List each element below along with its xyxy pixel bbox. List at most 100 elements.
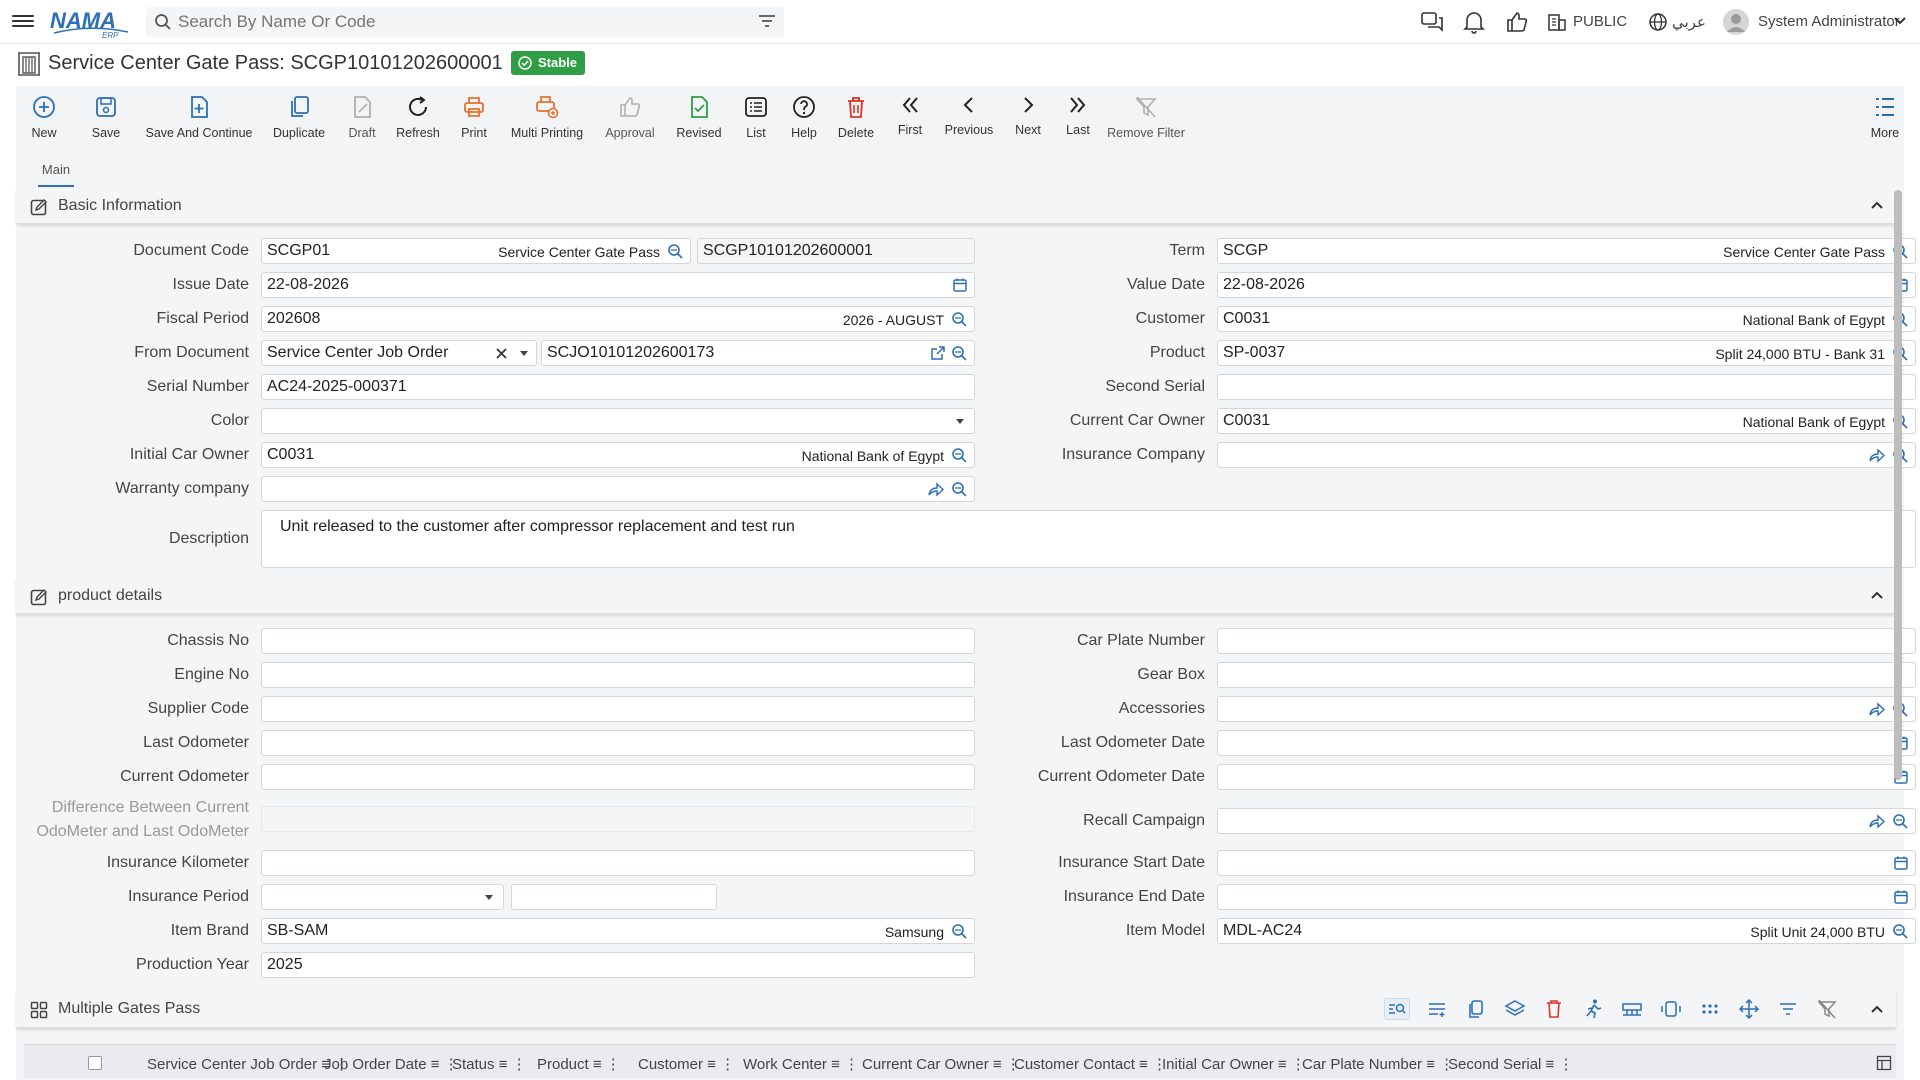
grid-delete-icon[interactable] [1541, 998, 1567, 1020]
calendar-icon[interactable] [1893, 889, 1909, 905]
current-odometer-date-field[interactable] [1217, 764, 1916, 790]
print-button[interactable]: Print [448, 86, 500, 152]
grid-filter-off-icon[interactable] [1814, 998, 1840, 1020]
current-odometer-field[interactable] [261, 764, 975, 790]
grid-layers-icon[interactable] [1502, 998, 1528, 1020]
select-all-checkbox[interactable] [88, 1056, 102, 1070]
lookup-search-icon[interactable] [1892, 923, 1909, 940]
first-button[interactable]: First [886, 86, 934, 152]
insurance-company-field[interactable] [1217, 442, 1916, 468]
caret-down-icon[interactable] [483, 894, 495, 902]
multiple-gates-pass-header[interactable]: Multiple Gates Pass [16, 990, 1896, 1028]
global-search[interactable] [146, 7, 784, 37]
lookup-search-icon[interactable] [951, 481, 968, 498]
chat-icon[interactable] [1420, 10, 1444, 34]
lookup-search-icon[interactable] [1892, 813, 1909, 830]
grid-filter-icon[interactable] [1775, 998, 1801, 1020]
lookup-search-icon[interactable] [667, 243, 684, 260]
nama-erp-logo[interactable]: NAMA ERP [50, 6, 130, 38]
last-odometer-field[interactable] [261, 730, 975, 756]
current-car-owner-field[interactable]: C0031 National Bank of Egypt [1217, 408, 1916, 434]
filter-icon[interactable] [758, 14, 776, 30]
insurance-period-select[interactable] [261, 884, 504, 910]
column-header[interactable]: Product ≡ ⋮ [537, 1055, 621, 1073]
column-header[interactable]: Customer Contact ≡ ⋮ [1014, 1055, 1167, 1073]
grid-fit-icon[interactable] [1658, 998, 1684, 1020]
menu-icon[interactable] [12, 12, 34, 32]
product-details-header[interactable]: product details [16, 578, 1896, 614]
grid-run-icon[interactable] [1580, 998, 1606, 1020]
building-icon[interactable] [1547, 12, 1567, 32]
save-button[interactable]: Save [78, 86, 134, 152]
gear-box-field[interactable] [1217, 662, 1916, 688]
chevron-down-icon[interactable] [1893, 16, 1907, 26]
value-date-field[interactable]: 22-08-2026 [1217, 272, 1916, 298]
car-plate-number-field[interactable] [1217, 628, 1916, 654]
accessories-field[interactable] [1217, 696, 1916, 722]
caret-down-icon[interactable] [518, 350, 530, 358]
refresh-button[interactable]: Refresh [390, 86, 446, 152]
initial-car-owner-field[interactable]: C0031 National Bank of Egypt [261, 442, 975, 468]
share-icon[interactable] [1868, 813, 1885, 829]
insurance-kilometer-field[interactable] [261, 850, 975, 876]
recall-campaign-field[interactable] [1217, 808, 1916, 834]
basic-information-header[interactable]: Basic Information [16, 188, 1896, 224]
item-model-field[interactable]: MDL-AC24 Split Unit 24,000 BTU [1217, 918, 1916, 944]
revised-button[interactable]: Revised [666, 86, 732, 152]
calendar-icon[interactable] [1893, 855, 1909, 871]
issue-date-field[interactable]: 22-08-2026 [261, 272, 975, 298]
production-year-field[interactable]: 2025 [261, 952, 975, 978]
term-field[interactable]: SCGP Service Center Gate Pass [1217, 238, 1916, 264]
avatar[interactable] [1722, 8, 1750, 36]
column-header[interactable]: Service Center Job Order ≡ ⋮ [147, 1055, 349, 1073]
user-name[interactable]: System Administrator [1758, 13, 1900, 30]
column-header[interactable]: Job Order Date ≡ ⋮ [324, 1055, 459, 1073]
column-header[interactable]: Car Plate Number ≡ ⋮ [1302, 1055, 1454, 1073]
insurance-end-date-field[interactable] [1217, 884, 1916, 910]
last-odometer-date-field[interactable] [1217, 730, 1916, 756]
globe-icon[interactable] [1648, 12, 1668, 32]
chevron-up-icon[interactable] [1870, 1003, 1884, 1015]
delete-button[interactable]: Delete [828, 86, 884, 152]
serial-number-field[interactable]: AC24-2025-000371 [261, 374, 975, 400]
engine-no-field[interactable] [261, 662, 975, 688]
share-icon[interactable] [1868, 701, 1885, 717]
grid-copy-icon[interactable] [1463, 998, 1489, 1020]
customer-field[interactable]: C0031 National Bank of Egypt [1217, 306, 1916, 332]
supplier-code-field[interactable] [261, 696, 975, 722]
color-select[interactable] [261, 408, 975, 434]
column-header[interactable]: Initial Car Owner ≡ ⋮ [1162, 1055, 1306, 1073]
thumbs-up-icon[interactable] [1505, 10, 1529, 34]
bell-icon[interactable] [1463, 10, 1485, 34]
description-textarea[interactable]: Unit released to the customer after comp… [261, 510, 1916, 568]
share-icon[interactable] [1868, 447, 1885, 463]
fiscal-period-field[interactable]: 202608 2026 - AUGUST [261, 306, 975, 332]
column-header[interactable]: Work Center ≡ ⋮ [743, 1055, 859, 1073]
more-button[interactable]: More [1866, 86, 1904, 152]
document-code-field[interactable]: SCGP01 Service Center Gate Pass [261, 238, 691, 264]
column-header[interactable]: Customer ≡ ⋮ [638, 1055, 735, 1073]
share-icon[interactable] [927, 481, 944, 497]
column-header[interactable]: Current Car Owner ≡ ⋮ [862, 1055, 1021, 1073]
warranty-company-field[interactable] [261, 476, 975, 502]
tab-main[interactable]: Main [38, 162, 74, 187]
insurance-period-number-field[interactable] [511, 884, 717, 910]
grid-dots-icon[interactable] [1697, 998, 1723, 1020]
grid-columns-icon[interactable] [1619, 998, 1645, 1020]
last-button[interactable]: Last [1054, 86, 1102, 152]
column-header[interactable]: Status ≡ ⋮ [452, 1055, 527, 1073]
insurance-start-date-field[interactable] [1217, 850, 1916, 876]
chevron-up-icon[interactable] [1870, 589, 1884, 601]
remove-filter-button[interactable]: Remove Filter [1102, 86, 1190, 152]
multi-printing-button[interactable]: Multi Printing [500, 86, 594, 152]
next-button[interactable]: Next [1006, 86, 1050, 152]
duplicate-button[interactable]: Duplicate [266, 86, 332, 152]
grid-search-icon[interactable] [1384, 998, 1410, 1020]
column-chooser-icon[interactable] [1876, 1055, 1892, 1071]
save-and-continue-button[interactable]: Save And Continue [132, 86, 266, 152]
chevron-up-icon[interactable] [1870, 199, 1884, 211]
list-button[interactable]: List [732, 86, 780, 152]
grid-rows-icon[interactable] [1424, 998, 1450, 1020]
previous-button[interactable]: Previous [938, 86, 1000, 152]
search-input[interactable] [178, 12, 738, 32]
